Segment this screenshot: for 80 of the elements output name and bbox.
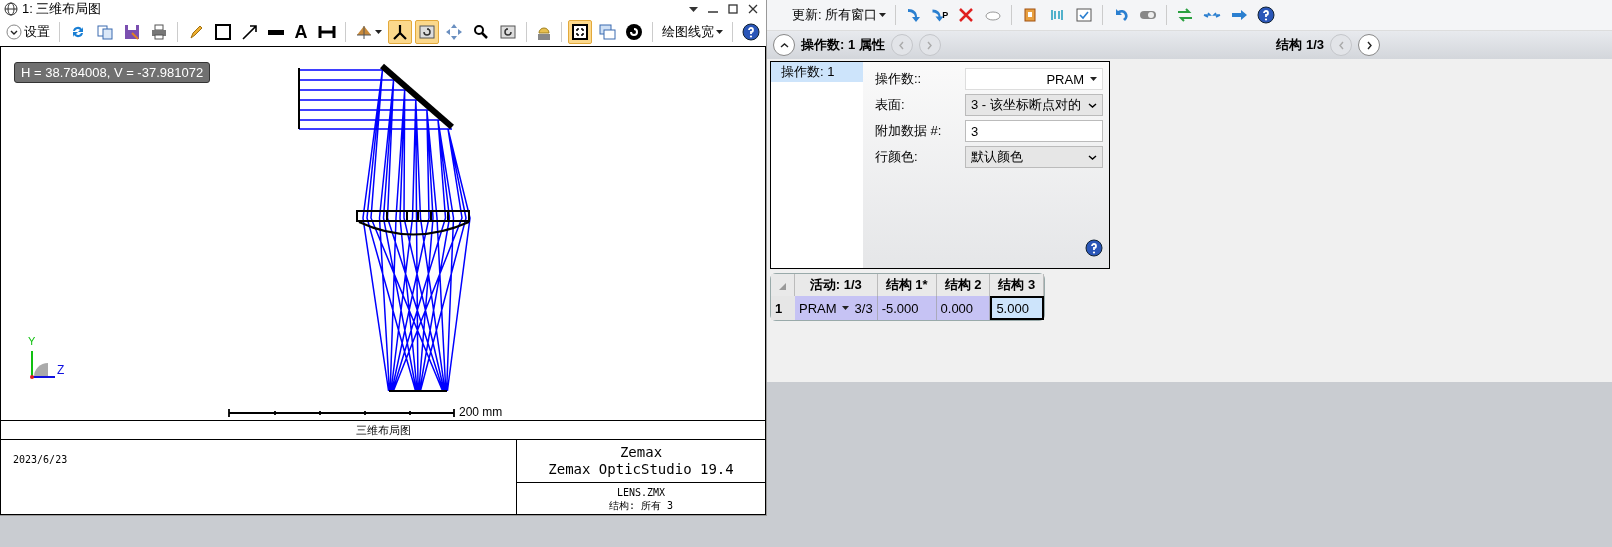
field-label: 附加数据 #: xyxy=(875,122,943,140)
caret-icon xyxy=(1090,77,1097,81)
chevron-icon xyxy=(1336,40,1346,50)
zoom-icon xyxy=(472,23,490,41)
refresh-circle-icon xyxy=(625,23,643,41)
operand-dropdown[interactable]: PRAM xyxy=(799,300,849,316)
dropdown-field[interactable]: 3 - 该坐标断点对的 xyxy=(965,94,1103,116)
fit-button[interactable] xyxy=(568,20,592,44)
close-icon[interactable] xyxy=(748,4,758,14)
company-text: Zemax xyxy=(619,444,663,461)
dropdown-button[interactable]: 绘图线宽 xyxy=(659,20,726,44)
table-cell[interactable]: 0.000 xyxy=(936,296,991,320)
field-label: 表面: xyxy=(875,96,906,114)
axis-label: Y xyxy=(28,335,36,347)
chevron-icon xyxy=(1088,152,1097,162)
dropdown-icon[interactable] xyxy=(689,6,698,12)
save-icon xyxy=(123,23,141,41)
globe-icon xyxy=(4,2,18,16)
print-icon xyxy=(150,23,168,41)
scale-label: 200 mm xyxy=(459,405,503,419)
chevron-icon xyxy=(1088,100,1097,110)
input-field[interactable]: 3 xyxy=(965,120,1103,142)
chevron-icon xyxy=(779,40,789,50)
checkbox-icon xyxy=(1075,6,1094,24)
axes-button[interactable] xyxy=(388,20,412,44)
axes-icon xyxy=(391,23,409,41)
help-icon xyxy=(742,23,760,41)
corner-icon xyxy=(779,282,786,290)
field-label: 操作数:: xyxy=(875,70,923,88)
caret-icon xyxy=(716,30,723,34)
text-tool[interactable]: A xyxy=(290,20,312,44)
cursor-readout: H = 38.784008, V = -37.981072 xyxy=(14,62,211,83)
chevron-icon xyxy=(925,40,935,50)
axis-indicator-icon xyxy=(30,350,56,379)
swap-arrows-icon xyxy=(1176,6,1195,24)
table-cell[interactable]: 5.000 xyxy=(990,296,1045,320)
move-icon xyxy=(445,23,463,41)
fit-icon xyxy=(571,23,589,41)
dropdown-button[interactable]: 更新: 所有窗口 xyxy=(789,3,890,27)
help-icon[interactable] xyxy=(1085,239,1103,257)
arrow-icon xyxy=(241,23,259,41)
next-button[interactable] xyxy=(1358,34,1380,56)
maximize-icon[interactable] xyxy=(728,4,738,14)
chevron-icon xyxy=(1364,40,1374,50)
pencil-icon xyxy=(187,23,205,41)
window-title: 1: 三维布局图 xyxy=(22,0,103,18)
rotate-3d-icon xyxy=(355,23,373,41)
plot-title: 三维布局图 xyxy=(0,420,766,440)
arrow-down-icon xyxy=(932,8,945,22)
surface-text: 3/3 xyxy=(854,300,873,316)
dropdown-field[interactable]: PRAM xyxy=(965,68,1103,90)
section-title: 操作数: 1 属性 xyxy=(801,36,885,54)
collapse-button[interactable] xyxy=(773,34,795,56)
dropdown-field[interactable]: 默认颜色 xyxy=(965,146,1103,168)
lamp-icon xyxy=(538,24,550,40)
caret-icon xyxy=(879,13,887,17)
caret-icon xyxy=(375,30,382,34)
windows-icon xyxy=(598,23,616,41)
delete-icon xyxy=(957,6,976,24)
axis-label: Z xyxy=(57,363,65,377)
settings-button[interactable]: 设置 xyxy=(3,20,53,44)
caret-icon xyxy=(841,306,849,310)
arrow-down-button[interactable]: P xyxy=(929,3,952,27)
configuration-label: 结构 1/3 xyxy=(1276,36,1324,54)
date-text: 2023/6/23 xyxy=(13,454,68,465)
dimension-icon xyxy=(318,23,336,41)
table-cell[interactable]: -5.000 xyxy=(877,296,937,320)
help-button[interactable] xyxy=(739,20,763,44)
rotate-view-button[interactable] xyxy=(415,20,439,44)
reset-view-icon xyxy=(499,23,517,41)
file-name: LENS.ZMX xyxy=(616,485,666,499)
help-icon xyxy=(1257,6,1276,24)
product-text: Zemax OpticStudio 19.4 xyxy=(548,461,734,478)
field-label: 行颜色: xyxy=(875,148,919,166)
rotate-view-icon xyxy=(418,23,436,41)
operand-item[interactable]: 操作数: 1 xyxy=(771,62,863,82)
configuration-text: 结构: 所有 3 xyxy=(608,498,674,512)
rectangle-icon xyxy=(214,23,232,41)
copy-icon xyxy=(96,23,114,41)
expand-icon xyxy=(6,24,22,40)
